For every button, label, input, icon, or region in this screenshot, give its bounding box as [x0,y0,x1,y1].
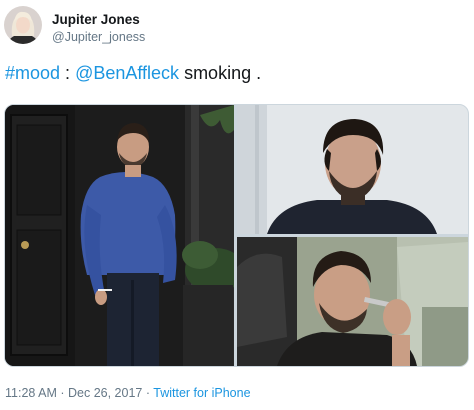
author-avatar[interactable] [4,6,42,44]
tweet-source-link[interactable]: Twitter for iPhone [153,386,250,400]
media-photo-3[interactable] [237,237,468,366]
mention-link[interactable]: @BenAffleck [75,63,179,83]
author-handle[interactable]: @Jupiter_joness [52,30,145,44]
media-photo-1[interactable] [5,105,234,366]
hashtag-link[interactable]: #mood [5,63,60,83]
media-photo-2[interactable] [237,105,468,234]
tweet-date[interactable]: Dec 26, 2017 [68,386,142,400]
photo-image [5,105,234,366]
tweet-separator: : [60,63,76,83]
tweet-meta: 11:28 AM · Dec 26, 2017 · Twitter for iP… [5,386,251,400]
tweet-text-after: smoking . [179,63,262,83]
tweet-text: #mood : @BenAffleck smoking . [5,63,261,84]
media-grid [4,104,469,367]
photo-image [237,237,468,366]
tweet-time: 11:28 AM [5,386,57,400]
author-name[interactable]: Jupiter Jones [52,12,140,27]
meta-dot: · [56,386,68,400]
avatar-image [4,6,42,44]
meta-dot: · [142,386,154,400]
tweet-card: Jupiter Jones @Jupiter_joness #mood : @B… [0,0,474,410]
photo-image [237,105,468,234]
